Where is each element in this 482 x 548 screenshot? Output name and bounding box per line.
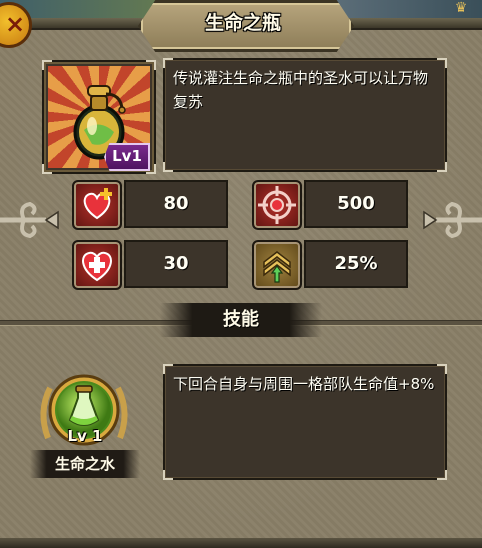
corner-bracket	[437, 162, 447, 172]
page-title: 生命之瓶	[204, 12, 281, 34]
corner-bracket	[437, 58, 447, 68]
heart-plus-icon	[72, 180, 122, 230]
stat-value: 30	[124, 240, 228, 288]
corner-bracket	[146, 60, 156, 70]
item-level-badge: Lv1	[104, 143, 150, 171]
stat-value: 500	[304, 180, 408, 228]
corner-bracket	[437, 364, 447, 374]
item-description: 传说灌注生命之瓶中的圣水可以让万物复苏	[173, 69, 429, 111]
right-ornament-icon	[423, 201, 482, 239]
stat-value: 80	[124, 180, 228, 228]
left-ornament-icon	[0, 201, 59, 239]
corner-bracket	[163, 364, 173, 374]
corner-bracket	[163, 58, 173, 68]
frame-bottom-border	[0, 538, 482, 548]
crosshair-target-icon	[252, 180, 302, 230]
skill-description-box: 下回合自身与周围一格部队生命值+8%	[163, 364, 447, 480]
skill-name: 生命之水	[30, 450, 140, 478]
corner-bracket	[437, 470, 447, 480]
skill-description: 下回合自身与周围一格部队生命值+8%	[173, 375, 435, 393]
heart-cross-icon	[72, 240, 122, 290]
item-description-box: 传说灌注生命之瓶中的圣水可以让万物复苏	[163, 58, 447, 172]
skill-section-title: 技能	[160, 303, 322, 337]
stat-value: 25%	[304, 240, 408, 288]
corner-bracket	[163, 470, 173, 480]
corner-bracket	[163, 162, 173, 172]
corner-bracket	[42, 164, 52, 174]
skill-level: Lv 1	[67, 427, 103, 445]
crown-icon: ♛	[454, 0, 468, 16]
close-icon: ×	[4, 10, 26, 38]
rank-chevrons-icon	[252, 240, 302, 290]
corner-bracket	[42, 60, 52, 70]
